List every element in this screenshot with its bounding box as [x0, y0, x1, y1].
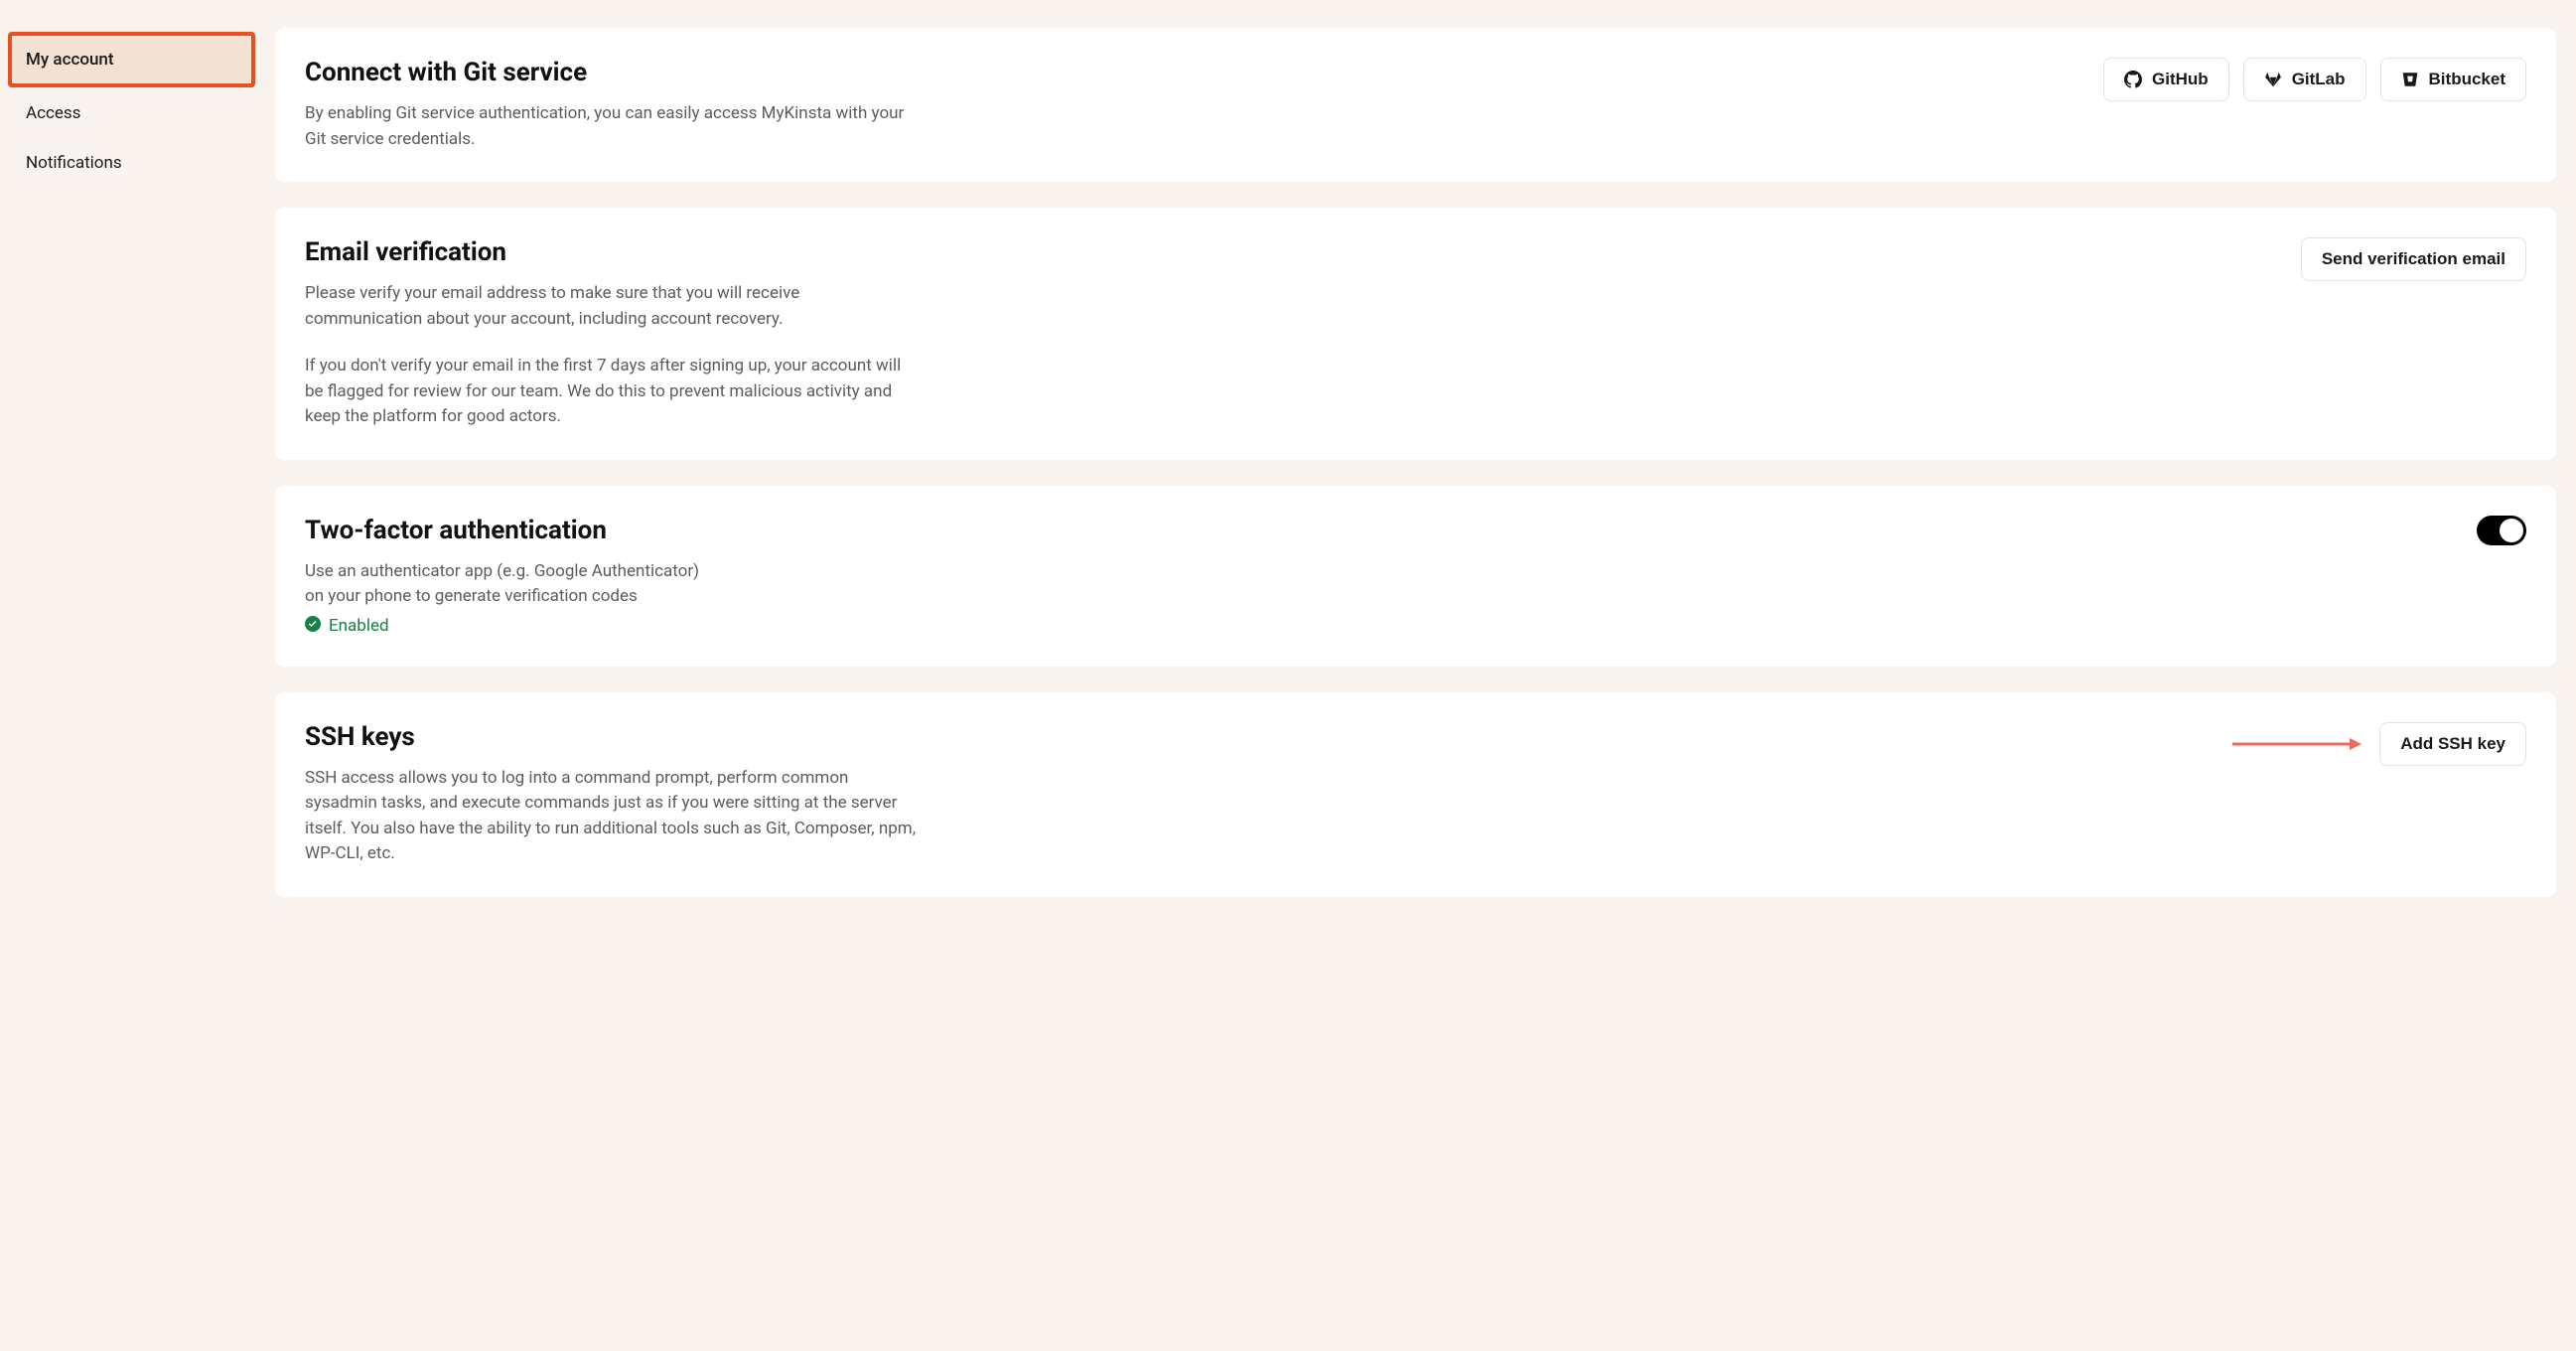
- github-icon: [2124, 71, 2142, 88]
- sidebar-item-label: Access: [26, 103, 80, 123]
- button-label: Add SSH key: [2400, 734, 2505, 754]
- card-two-factor: Two-factor authentication Use an authent…: [275, 486, 2556, 667]
- sidebar-item-label: My account: [26, 50, 114, 70]
- card-ssh-keys: SSH keys SSH access allows you to log in…: [275, 692, 2556, 897]
- twofa-status: Enabled: [305, 616, 712, 637]
- arrow-annotation-icon: [2232, 736, 2361, 752]
- send-verification-button[interactable]: Send verification email: [2301, 237, 2526, 281]
- gitlab-icon: [2264, 71, 2282, 88]
- ssh-title: SSH keys: [305, 722, 921, 752]
- git-desc: By enabling Git service authentication, …: [305, 101, 921, 152]
- card-git-service: Connect with Git service By enabling Git…: [275, 28, 2556, 182]
- bitbucket-icon: [2401, 71, 2419, 88]
- twofa-desc: Use an authenticator app (e.g. Google Au…: [305, 559, 712, 610]
- sidebar-item-label: Notifications: [26, 153, 122, 173]
- gitlab-button[interactable]: GitLab: [2243, 58, 2366, 101]
- card-email-verification: Email verification Please verify your em…: [275, 208, 2556, 460]
- email-desc-2: If you don't verify your email in the fi…: [305, 354, 921, 430]
- twofa-title: Two-factor authentication: [305, 516, 712, 545]
- twofa-toggle[interactable]: [2477, 516, 2526, 545]
- email-desc-1: Please verify your email address to make…: [305, 281, 921, 332]
- sidebar-item-my-account[interactable]: My account: [8, 32, 255, 87]
- sidebar-item-access[interactable]: Access: [8, 89, 255, 137]
- email-title: Email verification: [305, 237, 921, 267]
- add-ssh-key-button[interactable]: Add SSH key: [2379, 722, 2526, 766]
- status-label: Enabled: [329, 616, 389, 636]
- github-button[interactable]: GitHub: [2103, 58, 2229, 101]
- main-content: Connect with Git service By enabling Git…: [263, 0, 2576, 1351]
- check-circle-icon: [305, 616, 321, 637]
- git-title: Connect with Git service: [305, 58, 921, 87]
- button-label: GitLab: [2292, 70, 2346, 89]
- sidebar: My account Access Notifications: [0, 0, 263, 1351]
- bitbucket-button[interactable]: Bitbucket: [2380, 58, 2526, 101]
- button-label: Bitbucket: [2429, 70, 2505, 89]
- button-label: GitHub: [2152, 70, 2209, 89]
- ssh-desc: SSH access allows you to log into a comm…: [305, 766, 921, 867]
- button-label: Send verification email: [2322, 249, 2505, 269]
- sidebar-item-notifications[interactable]: Notifications: [8, 139, 255, 187]
